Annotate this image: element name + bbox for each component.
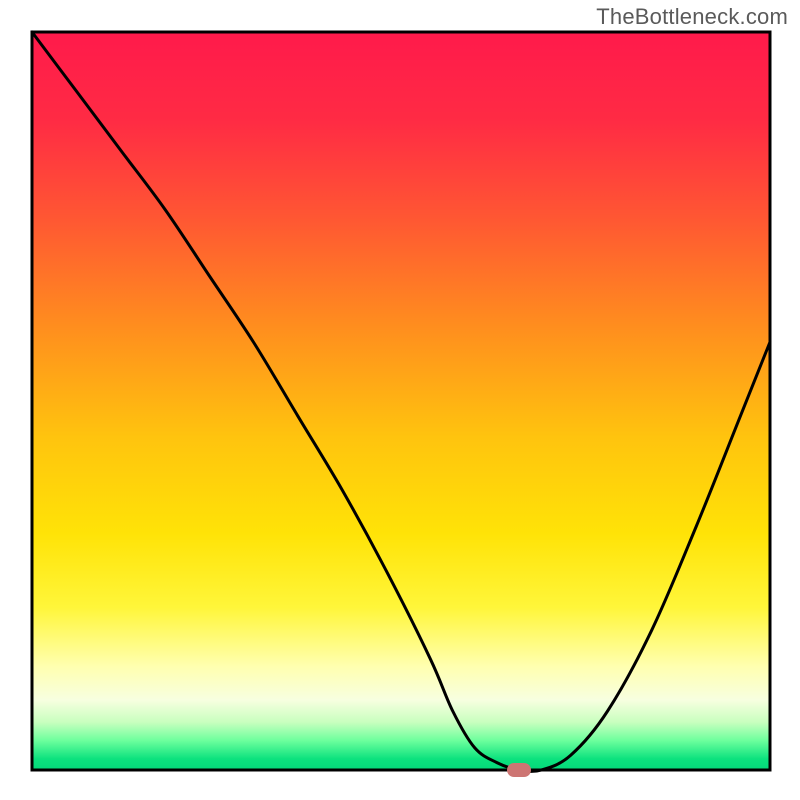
optimal-point-marker [507,763,531,777]
chart-container: TheBottleneck.com [0,0,800,800]
plot-area [32,32,770,770]
bottleneck-chart [0,0,800,800]
watermark-text: TheBottleneck.com [596,4,788,30]
